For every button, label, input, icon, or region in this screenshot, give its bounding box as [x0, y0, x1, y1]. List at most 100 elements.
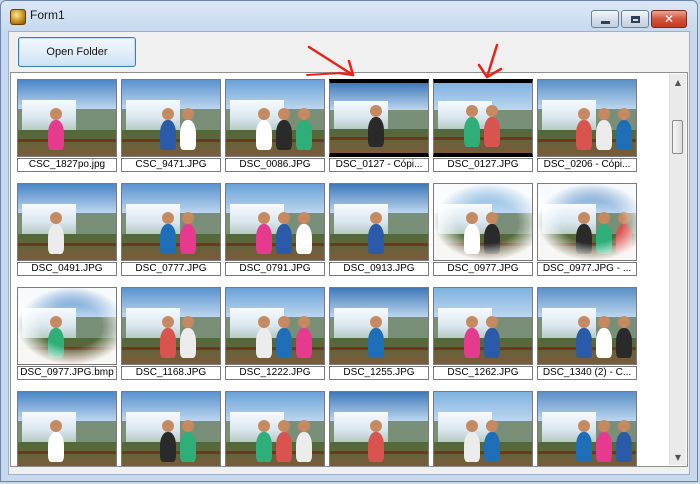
thumbnail-caption: DSC_1340 (2) - C...: [537, 366, 637, 380]
photo-person: [296, 316, 312, 358]
thumbnail-item[interactable]: [121, 391, 221, 466]
annotation-arrow-icon: [477, 43, 503, 79]
thumbnail-item[interactable]: DSC_1168.JPG: [121, 287, 221, 387]
app-window: Form1 ✕ Open Folder CSC_1827po.jpg CSC_94…: [0, 0, 698, 482]
photo-railing: [434, 451, 532, 455]
thumbnail-caption: DSC_0791.JPG: [225, 262, 325, 276]
photo-person: [616, 108, 632, 150]
thumbnail-image[interactable]: [329, 183, 429, 261]
thumbnail-image[interactable]: [17, 183, 117, 261]
photo-person: [276, 108, 292, 150]
close-icon: ✕: [663, 12, 675, 26]
thumbnail-item[interactable]: DSC_0977.JPG.bmp: [17, 287, 117, 387]
photo-person: [276, 316, 292, 358]
thumbnail-item[interactable]: DSC_0127.JPG: [433, 79, 533, 179]
thumbnail-item[interactable]: [537, 391, 637, 466]
open-folder-button[interactable]: Open Folder: [18, 37, 136, 67]
thumbnail-image[interactable]: [433, 287, 533, 365]
app-icon[interactable]: [10, 9, 26, 25]
photo-person: [368, 316, 384, 358]
photo-person: [368, 212, 384, 254]
thumbnail-image[interactable]: [433, 79, 533, 157]
scroll-up-arrow-icon[interactable]: ▲: [670, 74, 686, 90]
thumbnail-item[interactable]: DSC_0206 - Cópi...: [537, 79, 637, 179]
thumbnail-item[interactable]: DSC_0127 - Cópi...: [329, 79, 429, 179]
photo-person: [256, 108, 272, 150]
thumbnail-item[interactable]: DSC_0086.JPG: [225, 79, 325, 179]
thumbnail-item[interactable]: [329, 391, 429, 466]
thumbnail-image[interactable]: [329, 79, 429, 157]
maximize-button[interactable]: [621, 10, 649, 28]
thumbnail-image[interactable]: [121, 183, 221, 261]
photo-person: [616, 420, 632, 462]
thumbnail-item[interactable]: DSC_0977.JPG: [433, 183, 533, 283]
thumbnail-item[interactable]: DSC_1222.JPG: [225, 287, 325, 387]
thumbnail-image[interactable]: [433, 183, 533, 261]
photo-person: [160, 108, 176, 150]
thumbnail-image[interactable]: [17, 391, 117, 466]
photo-person: [48, 420, 64, 462]
minimize-button[interactable]: [591, 10, 619, 28]
thumbnail-item[interactable]: DSC_0977.JPG - ...: [537, 183, 637, 283]
thumbnail-image[interactable]: [121, 79, 221, 157]
photo-person: [296, 420, 312, 462]
scroll-down-arrow-icon[interactable]: ▼: [670, 449, 686, 465]
thumbnail-image[interactable]: [225, 183, 325, 261]
thumbnail-caption: DSC_1262.JPG: [433, 366, 533, 380]
photo-ground: [18, 442, 116, 466]
thumbnail-image[interactable]: [121, 287, 221, 365]
thumbnail-image[interactable]: [121, 391, 221, 466]
thumbnail-caption: DSC_0977.JPG - ...: [537, 262, 637, 276]
thumbnail-item[interactable]: DSC_1255.JPG: [329, 287, 429, 387]
form-client-area: Open Folder CSC_1827po.jpg CSC_9471.JPG DS…: [8, 31, 690, 475]
thumbnail-image[interactable]: [225, 79, 325, 157]
thumbnail-item[interactable]: DSC_1262.JPG: [433, 287, 533, 387]
thumbnail-item[interactable]: DSC_0491.JPG: [17, 183, 117, 283]
photo-person: [256, 212, 272, 254]
thumbnail-item[interactable]: DSC_0913.JPG: [329, 183, 429, 283]
thumbnail-image[interactable]: [225, 287, 325, 365]
vertical-scrollbar[interactable]: ▲ ▼: [669, 74, 686, 465]
thumbnail-caption: DSC_1255.JPG: [329, 366, 429, 380]
thumbnail-caption: DSC_0206 - Cópi...: [537, 158, 637, 172]
thumbnail-item[interactable]: CSC_1827po.jpg: [17, 79, 117, 179]
photo-person: [160, 420, 176, 462]
thumbnail-image[interactable]: [17, 287, 117, 365]
title-bar[interactable]: Form1 ✕: [1, 1, 697, 31]
photo-person: [576, 108, 592, 150]
thumbnail-image[interactable]: [17, 79, 117, 157]
photo-railing: [18, 243, 116, 247]
thumbnail-image[interactable]: [329, 391, 429, 466]
photo-railing: [434, 347, 532, 351]
thumbnail-item[interactable]: [225, 391, 325, 466]
photo-person: [256, 420, 272, 462]
thumbnail-item[interactable]: [17, 391, 117, 466]
thumbnail-caption: DSC_0127 - Cópi...: [329, 158, 429, 172]
thumbnail-item[interactable]: DSC_0777.JPG: [121, 183, 221, 283]
photo-ground: [434, 338, 532, 364]
thumbnail-panel[interactable]: CSC_1827po.jpg CSC_9471.JPG DSC_0086.JPG DS…: [10, 72, 688, 467]
thumbnail-item[interactable]: CSC_9471.JPG: [121, 79, 221, 179]
scrollbar-thumb[interactable]: [672, 120, 683, 154]
thumbnail-item[interactable]: [433, 391, 533, 466]
photo-person: [596, 420, 612, 462]
thumbnail-item[interactable]: DSC_1340 (2) - C...: [537, 287, 637, 387]
thumbnail-caption: DSC_0913.JPG: [329, 262, 429, 276]
thumbnail-item[interactable]: DSC_0791.JPG: [225, 183, 325, 283]
photo-person: [484, 420, 500, 462]
thumbnail-image[interactable]: [433, 391, 533, 466]
thumbnail-image[interactable]: [537, 183, 637, 261]
thumbnail-image[interactable]: [537, 79, 637, 157]
thumbnail-image[interactable]: [225, 391, 325, 466]
thumbnail-image[interactable]: [537, 391, 637, 466]
photo-person: [464, 316, 480, 358]
photo-person: [484, 105, 500, 147]
photo-person: [180, 108, 196, 150]
thumbnail-image[interactable]: [329, 287, 429, 365]
thumbnail-image[interactable]: [537, 287, 637, 365]
thumbnail-caption: DSC_1222.JPG: [225, 366, 325, 380]
photo-person: [576, 316, 592, 358]
photo-person: [368, 105, 384, 147]
thumbnail-caption: DSC_1168.JPG: [121, 366, 221, 380]
close-button[interactable]: ✕: [651, 10, 687, 28]
